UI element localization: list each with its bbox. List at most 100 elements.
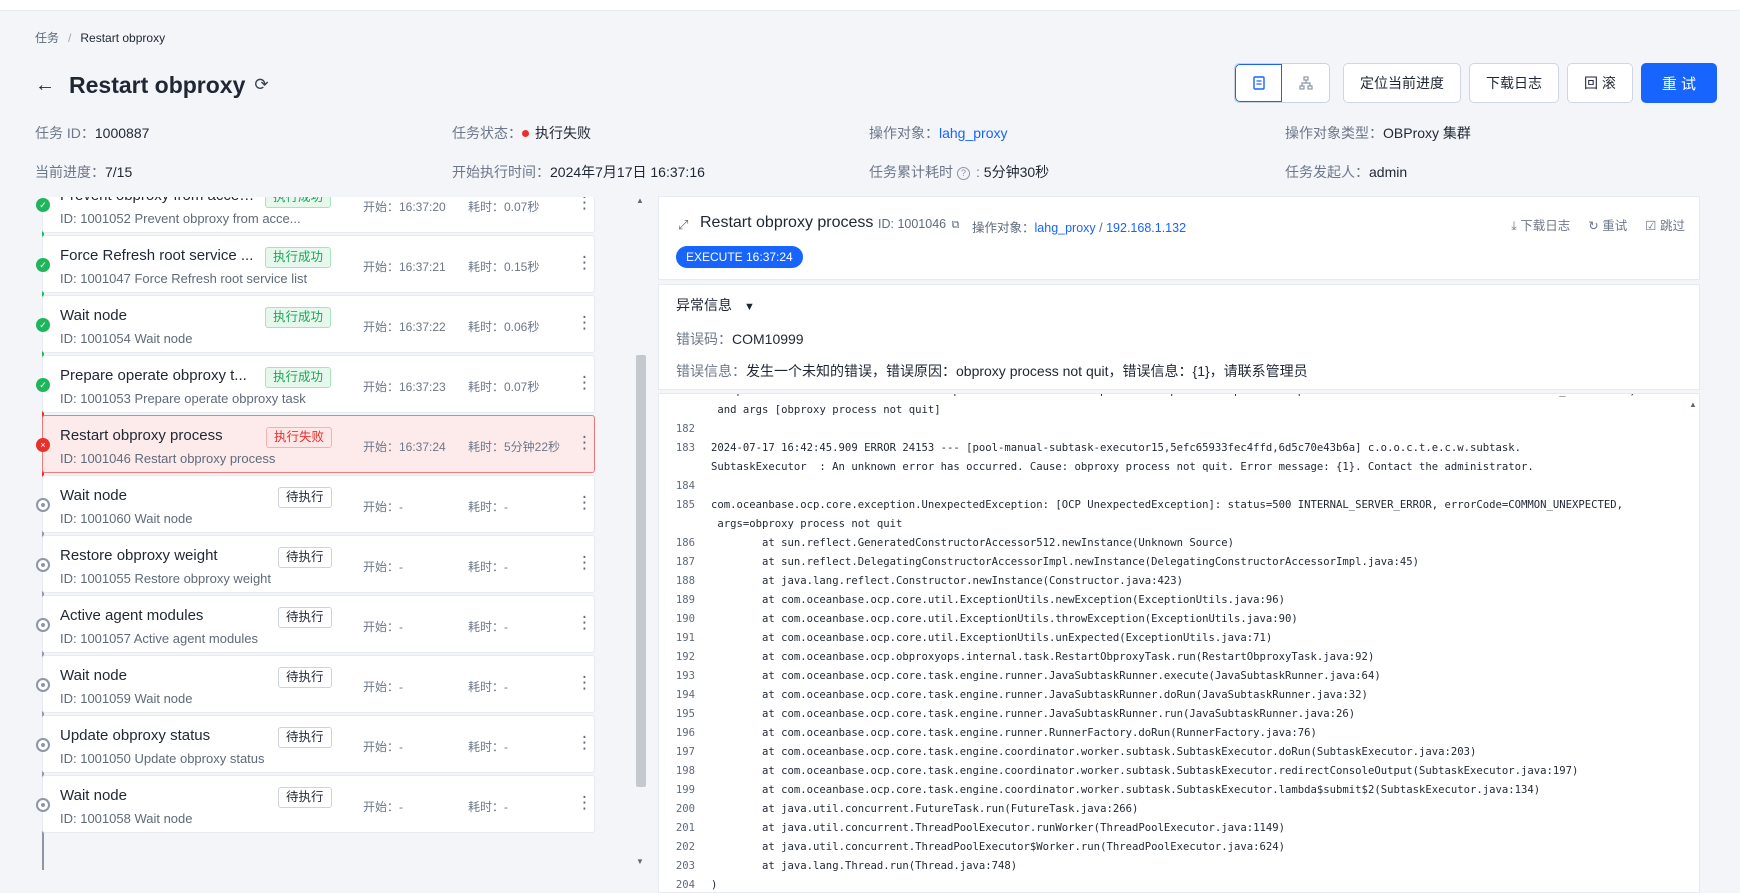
task-card[interactable]: ✓ Prevent obproxy from accepting connecti… — [36, 197, 595, 233]
help-icon[interactable]: ? — [957, 166, 970, 180]
retry-button[interactable]: 重 试 — [1640, 63, 1718, 103]
log-line-number: 196 — [675, 727, 695, 739]
download-icon: ⤓ — [1511, 219, 1517, 233]
more-options-icon[interactable]: ⋮ — [576, 553, 593, 573]
page-title: Restart obproxy — [69, 71, 246, 98]
log-line-text: args=obproxy process not quit — [711, 518, 903, 530]
caret-down-icon: ▼ — [744, 301, 755, 313]
status-tag: 待执行 — [278, 787, 332, 808]
log-viewer[interactable]: ExceptionUtils : Unknown exception: com.… — [658, 393, 1700, 893]
task-list-scrollbar[interactable]: ▲ ▼ — [636, 196, 646, 870]
more-options-icon[interactable]: ⋮ — [576, 373, 593, 393]
breadcrumb: 任务 / Restart obproxy — [35, 29, 165, 46]
log-line: SubtaskExecutor : An unknown error has o… — [659, 458, 1679, 477]
task-name: Wait node — [60, 307, 127, 324]
pending-dot-icon — [36, 498, 50, 512]
log-line-number: 200 — [675, 803, 695, 815]
log-line: 189 at com.oceanbase.ocp.core.util.Excep… — [659, 591, 1679, 610]
back-arrow-icon[interactable]: ← — [35, 74, 69, 97]
locate-progress-button[interactable]: 定位当前进度 — [1343, 63, 1461, 103]
log-line-text — [711, 420, 1661, 439]
detail-target: 操作对象：lahg_proxy / 192.168.1.132 — [972, 221, 1187, 235]
log-line-number: 191 — [675, 632, 695, 644]
log-line-text: at com.oceanbase.ocp.core.util.Exception… — [711, 594, 1286, 606]
more-options-icon[interactable]: ⋮ — [576, 733, 593, 753]
task-card[interactable]: Wait node ID: 1001059 Wait node 待执行 开始：- 耗时：… — [36, 655, 595, 713]
task-card[interactable]: Active agent modules ID: 1001057 Active a… — [36, 595, 595, 653]
scroll-down-icon[interactable]: ▼ — [636, 857, 644, 866]
task-sub: ID: 1001052 Prevent obproxy from acce... — [60, 211, 301, 226]
log-line: 187 at sun.reflect.DelegatingConstructor… — [659, 553, 1679, 572]
task-progress: 当前进度：7/15 — [35, 164, 133, 180]
more-options-icon[interactable]: ⋮ — [576, 197, 593, 213]
more-options-icon[interactable]: ⋮ — [576, 673, 593, 693]
more-options-icon[interactable]: ⋮ — [576, 493, 593, 513]
task-card[interactable]: × Restart obproxy process ID: 1001046 Rest… — [36, 415, 595, 473]
task-start: 开始：- — [363, 500, 403, 514]
expand-icon[interactable]: ⤢ — [678, 217, 688, 233]
more-options-icon[interactable]: ⋮ — [576, 613, 593, 633]
status-tag: 待执行 — [278, 487, 332, 508]
log-line: 203 at java.lang.Thread.run(Thread.java:… — [659, 857, 1679, 876]
task-card[interactable]: Wait node ID: 1001058 Wait node 待执行 开始：- 耗时：… — [36, 775, 595, 833]
status-badge: 执行失败 — [535, 125, 591, 141]
header-actions: 定位当前进度 下载日志 回 滚 重 试 — [1234, 63, 1718, 103]
more-options-icon[interactable]: ⋮ — [576, 313, 593, 333]
detail-skip-button[interactable]: ☑ 跳过 — [1645, 215, 1685, 234]
list-view-icon[interactable] — [1235, 64, 1282, 102]
task-duration: 耗时：- — [468, 560, 508, 574]
task-card[interactable]: Update obproxy status ID: 1001050 Update … — [36, 715, 595, 773]
refresh-icon[interactable]: ⟳ — [254, 75, 268, 95]
task-duration: 耗时：0.07秒 — [468, 200, 540, 214]
more-options-icon[interactable]: ⋮ — [576, 433, 593, 453]
scroll-thumb[interactable] — [636, 355, 646, 787]
download-log-button[interactable]: 下载日志 — [1469, 63, 1559, 103]
log-line: 190 at com.oceanbase.ocp.core.util.Excep… — [659, 610, 1679, 629]
more-options-icon[interactable]: ⋮ — [576, 793, 593, 813]
task-card[interactable]: Wait node ID: 1001060 Wait node 待执行 开始：- 耗时：… — [36, 475, 595, 533]
detail-download-button[interactable]: ⤓ 下载日志 — [1511, 215, 1570, 234]
detail-retry-button[interactable]: ↻ 重试 — [1588, 215, 1627, 234]
log-scrollbar[interactable]: ▲ — [1687, 394, 1699, 892]
cluster-link[interactable]: lahg_proxy — [1035, 221, 1096, 235]
error-message: 错误信息：发生一个未知的错误，错误原因：obproxy process not … — [676, 363, 1308, 379]
log-line-text: at com.oceanbase.ocp.core.util.Exception… — [711, 632, 1273, 644]
task-card[interactable]: Restore obproxy weight ID: 1001055 Restor… — [36, 535, 595, 593]
task-card[interactable]: ✓ Prepare operate obproxy t... ID: 1001053… — [36, 355, 595, 413]
status-dot — [522, 130, 529, 138]
success-check-icon: ✓ — [36, 318, 50, 332]
error-info-toggle[interactable]: 异常信息 ▼ — [676, 295, 755, 315]
task-status: 任务状态： 执行失败 — [452, 125, 591, 141]
log-line: 202 at java.util.concurrent.ThreadPoolEx… — [659, 838, 1679, 857]
log-scroll-up-icon[interactable]: ▲ — [1689, 400, 1697, 409]
log-line-number: 188 — [675, 575, 695, 587]
scroll-up-icon[interactable]: ▲ — [636, 196, 644, 205]
rollback-button[interactable]: 回 滚 — [1567, 63, 1633, 103]
log-line-number — [659, 458, 711, 477]
log-line-text: at java.util.concurrent.ThreadPoolExecut… — [711, 841, 1286, 853]
task-name: Prepare operate obproxy t... — [60, 367, 247, 384]
detail-actions: ⤓ 下载日志 ↻ 重试 ☑ 跳过 — [1493, 215, 1685, 234]
more-options-icon[interactable]: ⋮ — [576, 253, 593, 273]
log-line: 193 at com.oceanbase.ocp.core.task.engin… — [659, 667, 1679, 686]
host-link[interactable]: 192.168.1.132 — [1106, 221, 1186, 235]
flow-view-icon[interactable] — [1282, 64, 1329, 102]
breadcrumb-root[interactable]: 任务 — [35, 31, 59, 45]
task-start: 开始：- — [363, 680, 403, 694]
log-line-number: 194 — [675, 689, 695, 701]
task-card[interactable]: ✓ Wait node ID: 1001054 Wait node 执行成功 开始：16… — [36, 295, 595, 353]
status-tag: 待执行 — [278, 727, 332, 748]
task-duration: 耗时：0.15秒 — [468, 260, 540, 274]
task-name: Force Refresh root service ... — [60, 247, 254, 264]
log-line: 186 at sun.reflect.GeneratedConstructorA… — [659, 534, 1679, 553]
success-check-icon: ✓ — [36, 258, 50, 272]
target-link[interactable]: lahg_proxy — [939, 125, 1008, 141]
task-sub: ID: 1001058 Wait node — [60, 811, 193, 826]
task-sub: ID: 1001059 Wait node — [60, 691, 193, 706]
task-card[interactable]: ✓ Force Refresh root service ... ID: 10010… — [36, 235, 595, 293]
subtask-detail-panel: ⤢ Restart obproxy process ID: 1001046 ⧉ … — [658, 196, 1700, 893]
error-info-box: 异常信息 ▼ 错误码：COM10999 错误信息：发生一个未知的错误，错误原因：o… — [658, 284, 1700, 390]
copy-icon[interactable]: ⧉ — [952, 219, 960, 231]
log-line: args=obproxy process not quit — [659, 515, 1679, 534]
log-line-number: 189 — [675, 594, 695, 606]
